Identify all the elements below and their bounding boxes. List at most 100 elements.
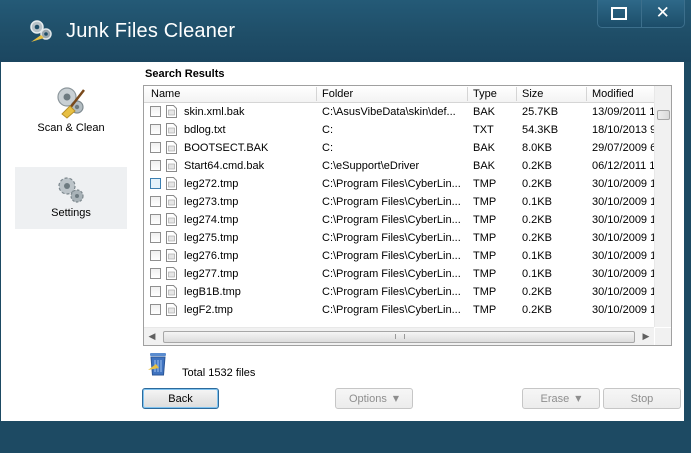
column-header-name[interactable]: Name <box>151 88 180 100</box>
erase-button-label: Erase <box>540 392 570 405</box>
file-icon <box>166 231 177 244</box>
cell-size: 54.3KB <box>522 124 559 136</box>
recycle-bin-icon <box>148 353 166 376</box>
row-checkbox[interactable] <box>150 196 161 207</box>
stop-button[interactable]: Stop <box>603 388 681 409</box>
cell-name: leg274.tmp <box>184 214 239 226</box>
cell-name: leg272.tmp <box>184 178 239 190</box>
table-row[interactable]: leg273.tmp C:\Program Files\CyberLin... TM… <box>144 193 654 211</box>
table-row[interactable]: leg274.tmp C:\Program Files\CyberLin... TM… <box>144 211 654 229</box>
cell-type: TMP <box>473 178 497 190</box>
cell-modified: 30/10/2009 11 <box>592 232 654 244</box>
cell-type: BAK <box>473 160 496 172</box>
options-button[interactable]: Options ▼ <box>335 388 413 409</box>
cell-modified: 29/07/2009 6: <box>592 142 654 154</box>
cell-type: TMP <box>473 286 497 298</box>
results-list[interactable]: Name Folder Type Size Modified skin.xml.… <box>143 85 672 346</box>
file-icon <box>166 177 177 190</box>
scroll-left-icon[interactable]: ◀ <box>144 328 160 345</box>
table-row[interactable]: Start64.cmd.bak C:\eSupport\eDriver BAK 0.2… <box>144 157 654 175</box>
table-row[interactable]: leg275.tmp C:\Program Files\CyberLin... TM… <box>144 229 654 247</box>
horizontal-scroll-thumb[interactable] <box>163 331 635 343</box>
cell-modified: 18/10/2013 9: <box>592 124 654 136</box>
options-button-label: Options <box>348 392 387 405</box>
cell-folder: C:\Program Files\CyberLin... <box>322 214 461 226</box>
row-checkbox[interactable] <box>150 160 161 171</box>
table-row[interactable]: leg276.tmp C:\Program Files\CyberLin... TM… <box>144 247 654 265</box>
cell-name: leg273.tmp <box>184 196 239 208</box>
table-row[interactable]: BOOTSECT.BAK C: BAK 8.0KB 29/07/2009 6: <box>144 139 654 157</box>
cell-size: 0.1KB <box>522 196 552 208</box>
cell-name: legB1B.tmp <box>184 286 241 298</box>
file-icon <box>166 267 177 280</box>
table-row[interactable]: bdlog.txt C: TXT 54.3KB 18/10/2013 9: <box>144 121 654 139</box>
cell-folder: C:\Program Files\CyberLin... <box>322 250 461 262</box>
row-checkbox[interactable] <box>150 142 161 153</box>
cell-modified: 30/10/2009 11 <box>592 304 654 316</box>
file-icon <box>166 213 177 226</box>
row-checkbox[interactable] <box>150 250 161 261</box>
table-row[interactable]: leg272.tmp C:\Program Files\CyberLin... TM… <box>144 175 654 193</box>
erase-button[interactable]: Erase ▼ <box>522 388 600 409</box>
close-button[interactable]: ✕ <box>640 0 685 27</box>
cell-type: BAK <box>473 142 496 154</box>
cell-size: 0.2KB <box>522 160 552 172</box>
cell-name: leg276.tmp <box>184 250 239 262</box>
table-row[interactable]: skin.xml.bak C:\AsusVibeData\skin\def... B… <box>144 103 654 121</box>
cell-size: 25.7KB <box>522 106 559 118</box>
column-header-type[interactable]: Type <box>473 88 497 100</box>
gears-icon <box>58 177 84 203</box>
cell-name: skin.xml.bak <box>184 106 245 118</box>
row-checkbox[interactable] <box>150 286 161 297</box>
column-header-size[interactable]: Size <box>522 88 543 100</box>
table-row[interactable]: legF2.tmp C:\Program Files\CyberLin... TMP… <box>144 301 654 319</box>
maximize-button[interactable] <box>598 0 641 27</box>
cell-type: TMP <box>473 214 497 226</box>
cell-folder: C:\Program Files\CyberLin... <box>322 268 461 280</box>
column-header-modified[interactable]: Modified <box>592 88 634 100</box>
vertical-scrollbar[interactable] <box>654 86 671 327</box>
window-title: Junk Files Cleaner <box>66 20 236 42</box>
sidebar-item-label: Settings <box>51 207 91 219</box>
table-row[interactable]: leg277.tmp C:\Program Files\CyberLin... TM… <box>144 265 654 283</box>
column-header-folder[interactable]: Folder <box>322 88 353 100</box>
row-checkbox[interactable] <box>150 304 161 315</box>
cell-folder: C:\Program Files\CyberLin... <box>322 232 461 244</box>
back-button-label: Back <box>168 392 193 405</box>
cell-folder: C:\Program Files\CyberLin... <box>322 196 461 208</box>
row-checkbox[interactable] <box>150 214 161 225</box>
cell-modified: 30/10/2009 11 <box>592 268 654 280</box>
horizontal-scrollbar[interactable]: ◀ ▶ <box>144 327 654 345</box>
cell-name: legF2.tmp <box>184 304 233 316</box>
cell-modified: 13/09/2011 11 <box>592 106 654 118</box>
cell-type: TMP <box>473 268 497 280</box>
row-checkbox[interactable] <box>150 124 161 135</box>
scroll-right-icon[interactable]: ▶ <box>638 328 654 345</box>
cell-type: BAK <box>473 106 496 118</box>
cell-folder: C:\eSupport\eDriver <box>322 160 420 172</box>
row-checkbox[interactable] <box>150 178 161 189</box>
file-icon <box>166 141 177 154</box>
cell-size: 0.2KB <box>522 232 552 244</box>
cell-type: TMP <box>473 196 497 208</box>
file-icon <box>166 123 177 136</box>
sidebar-item-scan-clean[interactable]: Scan & Clean <box>15 84 127 154</box>
cell-folder: C:\Program Files\CyberLin... <box>322 286 461 298</box>
back-button[interactable]: Back <box>142 388 219 409</box>
maximize-icon <box>611 7 628 20</box>
cell-size: 0.1KB <box>522 268 552 280</box>
cell-modified: 30/10/2009 11 <box>592 214 654 226</box>
cell-name: Start64.cmd.bak <box>184 160 265 172</box>
row-checkbox[interactable] <box>150 232 161 243</box>
row-checkbox[interactable] <box>150 268 161 279</box>
cell-folder: C: <box>322 124 333 136</box>
table-row[interactable]: legB1B.tmp C:\Program Files\CyberLin... TM… <box>144 283 654 301</box>
file-icon <box>166 249 177 262</box>
cell-modified: 30/10/2009 11 <box>592 196 654 208</box>
vertical-scroll-thumb[interactable] <box>657 110 670 120</box>
row-checkbox[interactable] <box>150 106 161 117</box>
sidebar-item-settings[interactable]: Settings <box>15 167 127 229</box>
chevron-down-icon: ▼ <box>392 394 400 403</box>
cell-name: leg277.tmp <box>184 268 239 280</box>
cell-modified: 30/10/2009 11 <box>592 250 654 262</box>
